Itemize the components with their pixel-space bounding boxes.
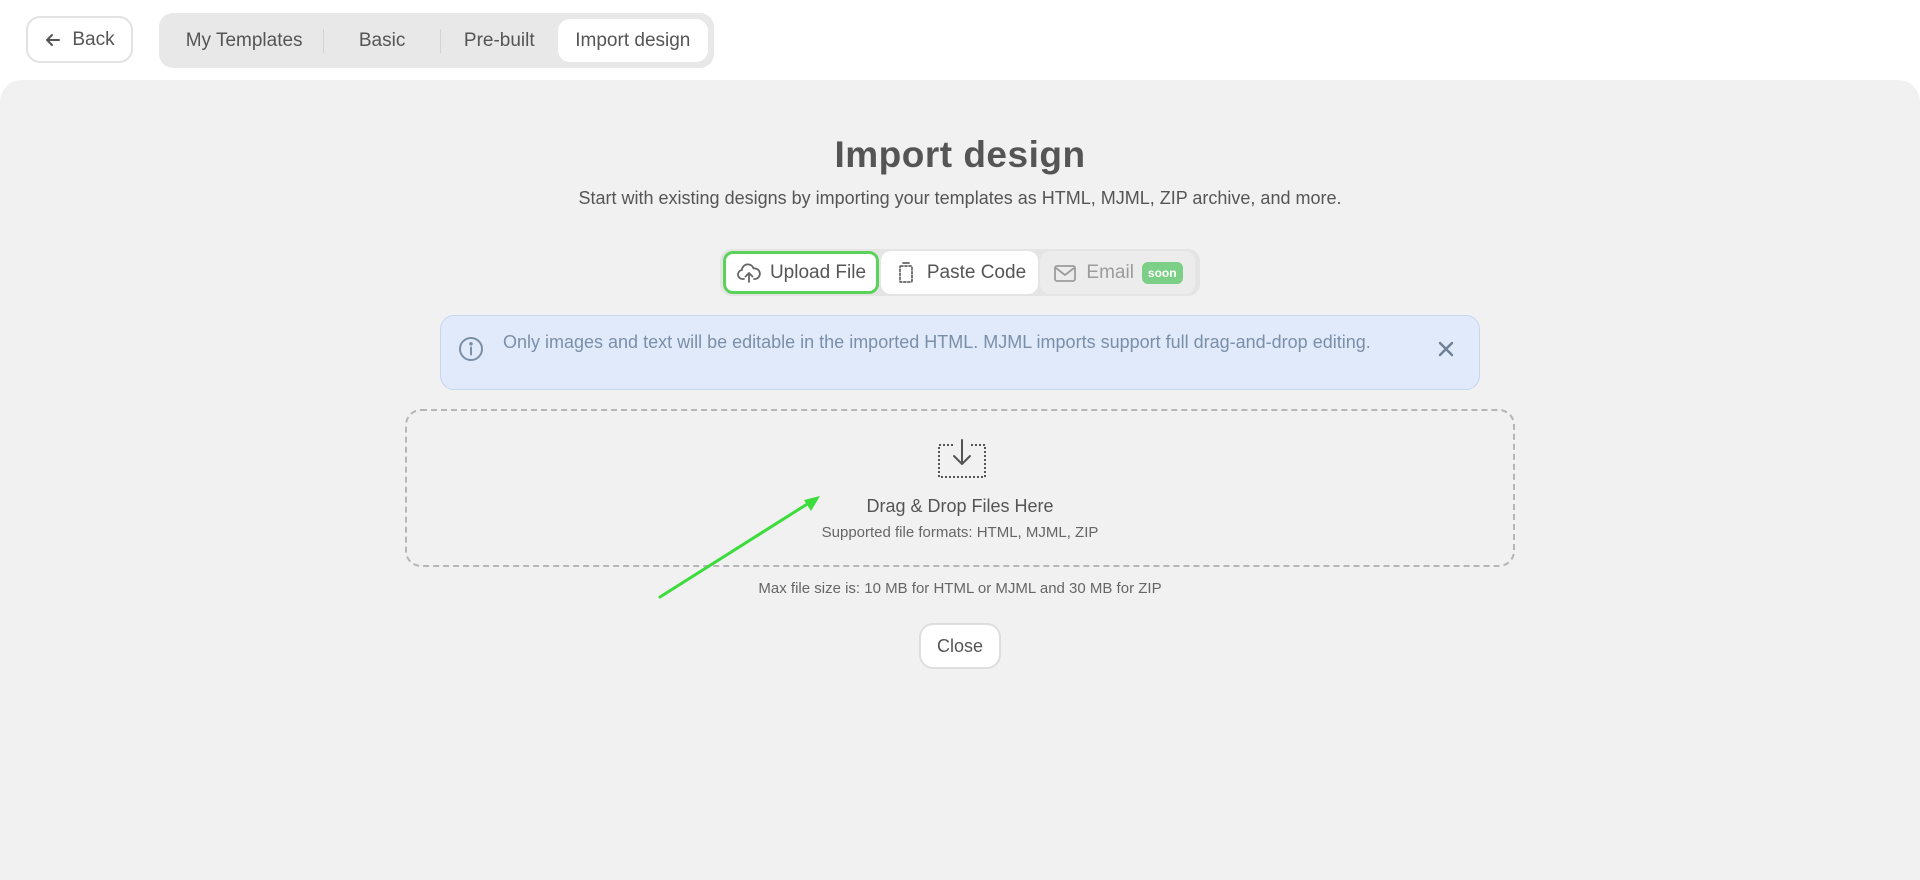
page-subtitle: Start with existing designs by importing… (578, 188, 1342, 208)
email-button[interactable]: Email soon (1040, 251, 1195, 294)
tab-basic[interactable]: Basic (324, 19, 440, 62)
back-button[interactable]: Back (26, 16, 133, 63)
close-icon[interactable] (1435, 338, 1457, 360)
dropzone-formats: Supported file formats: HTML, MJML, ZIP (821, 524, 1099, 541)
email-label: Email (1086, 261, 1134, 283)
dropzone-title: Drag & Drop Files Here (866, 496, 1054, 516)
tab-import-design[interactable]: Import design (557, 19, 708, 62)
template-tabs: My Templates Basic Pre-built Import desi… (159, 13, 714, 68)
arrow-left-icon (46, 33, 61, 46)
paste-icon (898, 261, 913, 283)
top-bar: Back My Templates Basic Pre-built Import… (0, 0, 1920, 80)
import-mode-selector: Upload File Paste Code Email soon (720, 249, 1200, 296)
upload-file-button[interactable]: Upload File (723, 251, 879, 294)
tab-my-templates[interactable]: My Templates (165, 19, 323, 62)
back-button-label: Back (72, 28, 115, 50)
paste-code-label: Paste Code (926, 261, 1027, 283)
max-file-size-note: Max file size is: 10 MB for HTML or MJML… (758, 580, 1162, 597)
page-title: Import design (834, 134, 1086, 175)
tab-pre-built[interactable]: Pre-built (441, 19, 558, 62)
file-dropzone[interactable]: Drag & Drop Files Here Supported file fo… (405, 409, 1515, 567)
download-tray-icon (938, 439, 986, 478)
upload-file-label: Upload File (769, 261, 867, 283)
info-icon (459, 337, 483, 361)
cloud-upload-icon (737, 262, 761, 283)
paste-code-button[interactable]: Paste Code (881, 251, 1038, 294)
close-button[interactable]: Close (919, 623, 1001, 669)
alert-message: Only images and text will be editable in… (503, 332, 1371, 352)
info-alert: Only images and text will be editable in… (440, 315, 1480, 390)
soon-badge: soon (1141, 261, 1183, 284)
mail-icon (1054, 264, 1077, 282)
